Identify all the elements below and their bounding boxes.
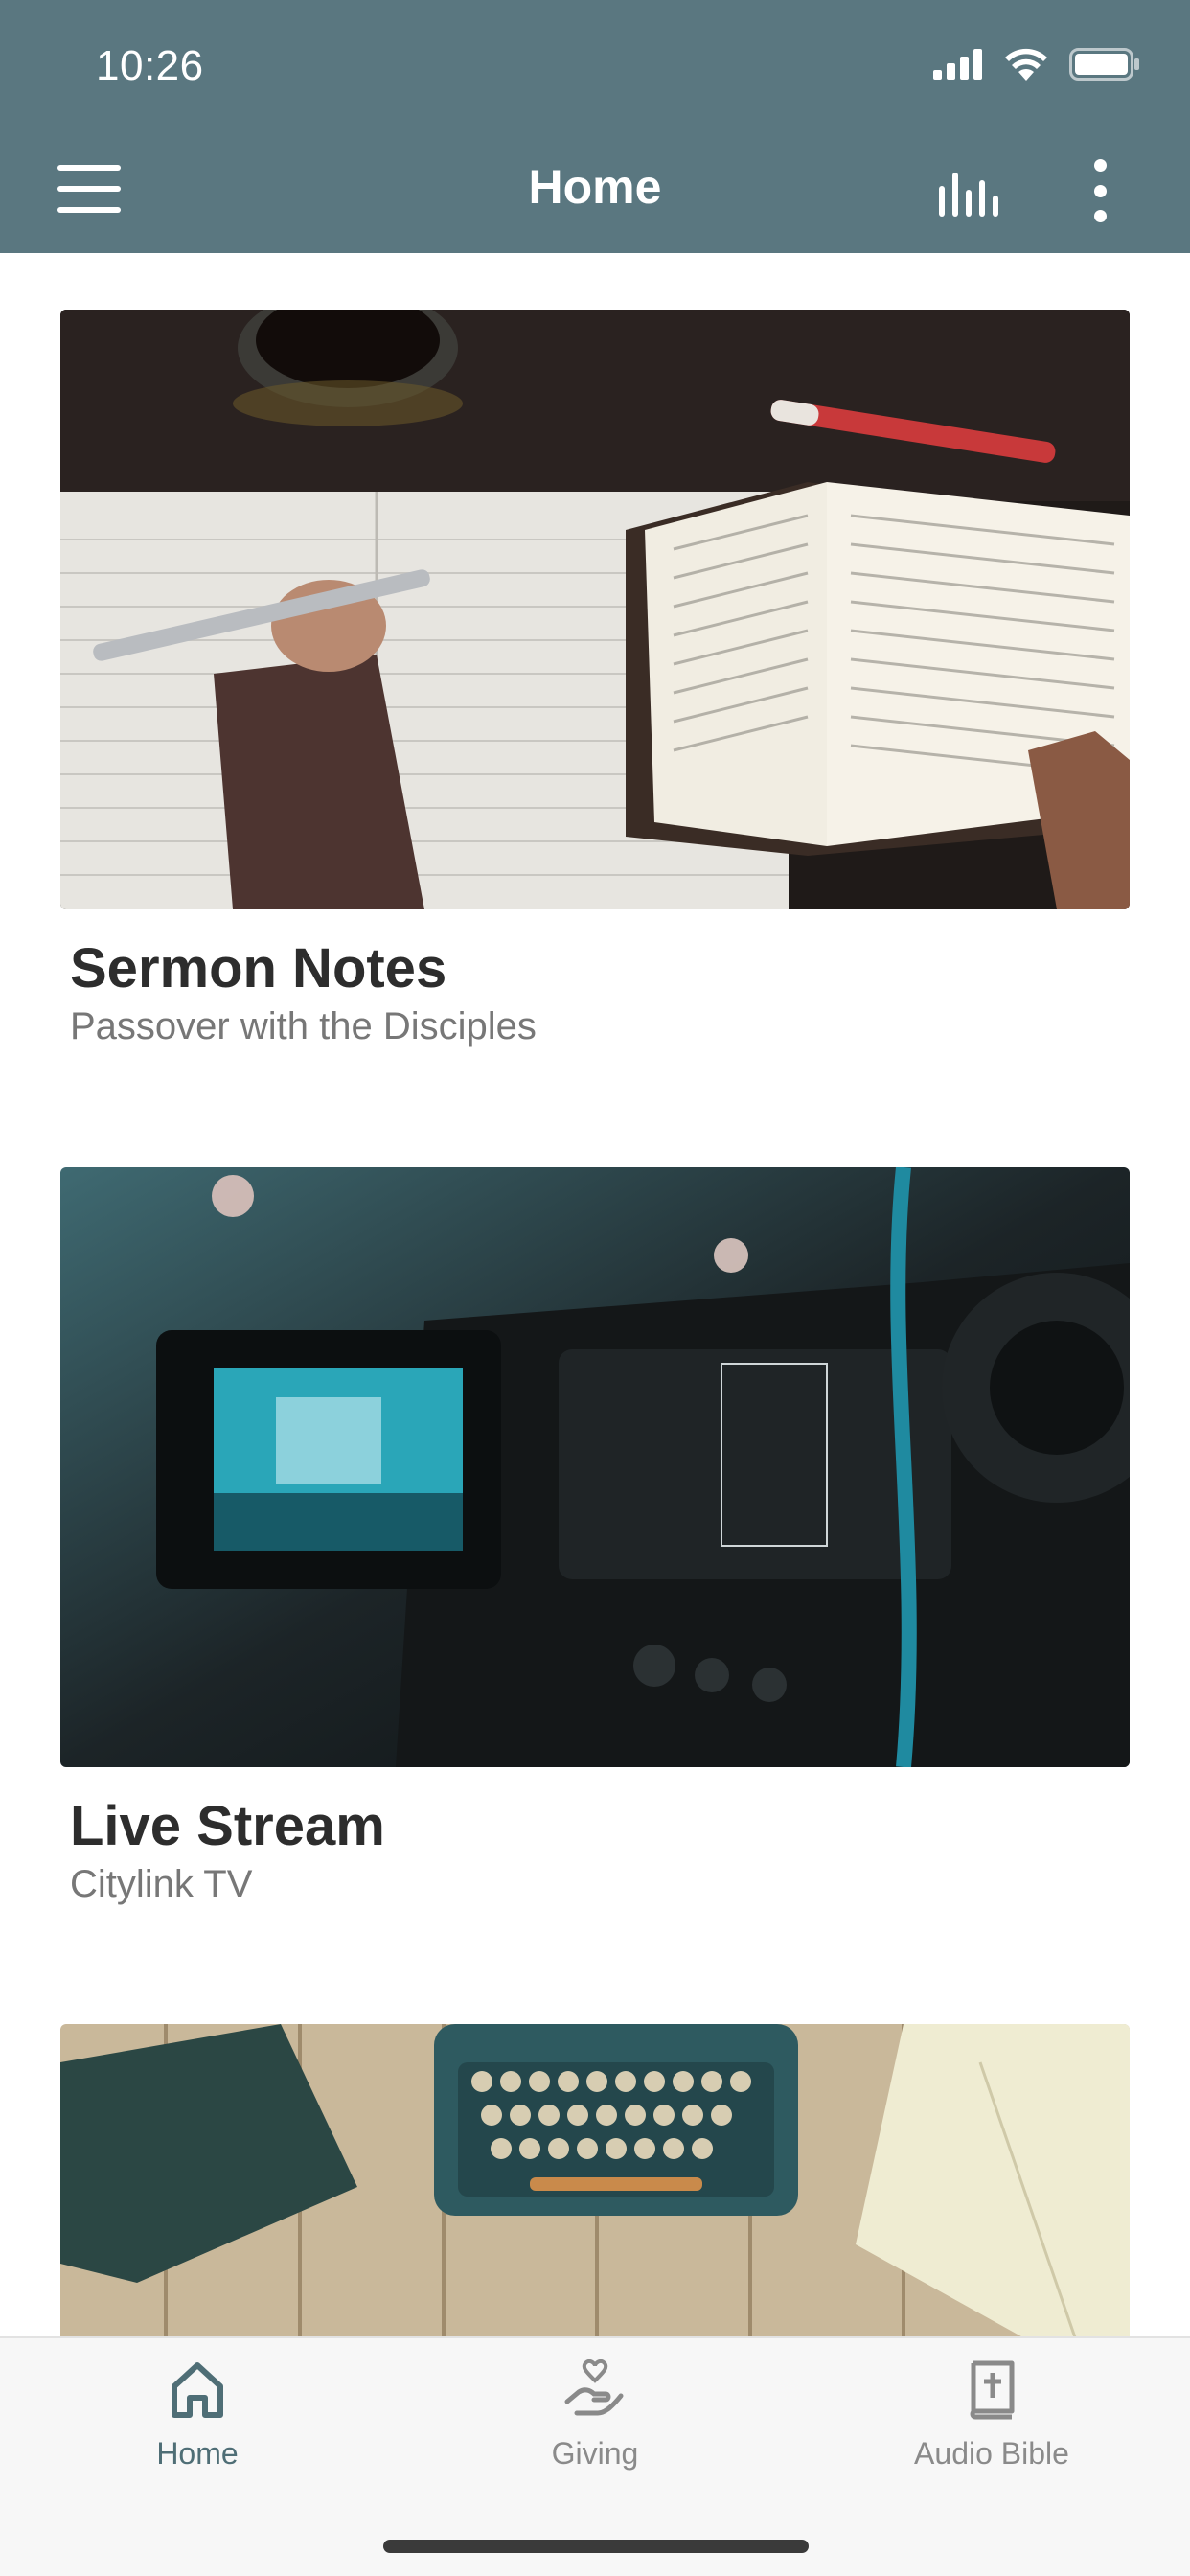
tab-label: Home [156,2436,239,2471]
more-icon-dot [1093,184,1107,197]
card-live-stream[interactable]: Live Stream Citylink TV [60,1167,1130,1905]
more-icon-dot [1093,210,1107,222]
tab-audio-bible[interactable]: Audio Bible [848,2359,1135,2513]
app-header: 10:26 Home [0,0,1190,253]
typewriter-desk-photo [60,2024,1130,2340]
card-typewriter[interactable] [60,2024,1130,2340]
tab-label: Giving [551,2436,639,2471]
giving-hand-heart-icon [564,2359,624,2416]
home-icon [172,2362,223,2418]
battery-icon [1069,48,1139,80]
home-indicator [383,2540,809,2553]
notebook-bible-photo [60,310,1130,909]
status-time: 10:26 [96,42,204,89]
status-icons [933,48,1140,80]
cellular-signal-icon [933,49,982,80]
tab-label: Audio Bible [914,2436,1069,2471]
video-camera-photo [60,1167,1130,1767]
tab-home[interactable]: Home [54,2359,341,2513]
wifi-icon [1005,48,1047,80]
page-title: Home [528,160,662,214]
card-title: Live Stream [70,1795,385,1857]
card-sermon-notes[interactable]: Sermon Notes Passover with the Disciples [60,310,1130,1047]
card-title: Sermon Notes [70,937,447,1000]
more-options-button[interactable] [1083,159,1117,222]
bible-book-icon [970,2360,1015,2420]
card-subtitle: Passover with the Disciples [70,1005,537,1047]
tab-giving[interactable]: Giving [451,2359,739,2513]
card-subtitle: Citylink TV [70,1863,253,1905]
audio-levels-icon[interactable] [937,169,1010,217]
more-icon-dot [1093,159,1107,172]
